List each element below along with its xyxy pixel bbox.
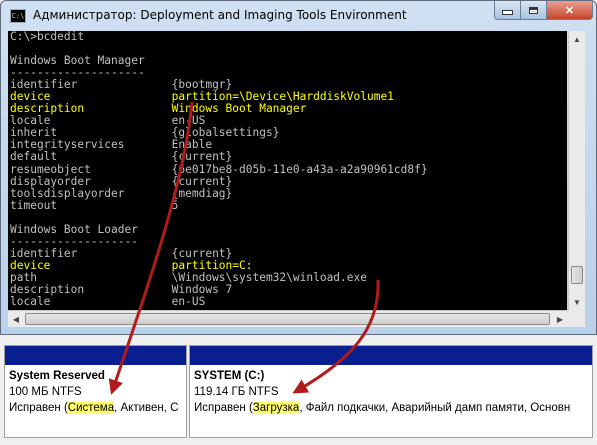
caption-buttons: ✕	[494, 1, 593, 21]
console-section-underline: --------------------	[10, 66, 145, 80]
partition-bar	[190, 346, 592, 365]
console-row: default {current}	[10, 150, 233, 164]
scrollbar-corner	[568, 310, 585, 327]
console-row: device partition=\Device\HarddiskVolume1	[10, 90, 394, 104]
console-section-header: Windows Boot Manager	[10, 54, 145, 68]
vertical-scroll-thumb[interactable]	[571, 266, 583, 284]
console-row: device partition=C:	[10, 258, 253, 272]
maximize-button[interactable]	[521, 1, 547, 20]
title-bar[interactable]: C:\ Администратор: Deployment and Imagin…	[1, 1, 597, 32]
console-row: toolsdisplayorder {memdiag}	[10, 186, 233, 200]
minimize-button[interactable]	[494, 1, 521, 20]
minimize-icon	[502, 10, 513, 15]
console-section-underline: -------------------	[10, 234, 138, 248]
partition-system-c[interactable]: SYSTEM (C:) 119.14 ГБ NTFS Исправен (Заг…	[189, 345, 593, 438]
console-window: C:\ Администратор: Deployment and Imagin…	[0, 0, 597, 335]
console-prompt: C:\>bcdedit	[10, 31, 85, 43]
partition-status: Исправен (Загрузка, Файл подкачки, Авари…	[194, 402, 571, 414]
vertical-scrollbar[interactable]: ▲ ▼	[568, 31, 585, 310]
console-row: description Windows 7	[10, 282, 233, 296]
partition-size: 119.14 ГБ NTFS	[194, 386, 279, 398]
console-row: integrityservices Enable	[10, 138, 213, 152]
console-row: timeout 5	[10, 198, 179, 212]
scroll-up-icon[interactable]: ▲	[569, 31, 585, 47]
console-row: identifier {bootmgr}	[10, 78, 233, 92]
partition-name: System Reserved	[9, 370, 105, 382]
console-row: identifier {current}	[10, 246, 233, 260]
console-text: C:\>bcdedit Windows Boot Manager -------…	[8, 31, 567, 308]
console-section-header: Windows Boot Loader	[10, 222, 138, 236]
close-icon: ✕	[564, 4, 575, 17]
console-row: inherit {globalsettings}	[10, 126, 280, 140]
horizontal-scroll-thumb[interactable]	[25, 313, 550, 325]
console-row: resumeobject {6e017be8-d05b-11e0-a43a-a2…	[10, 162, 428, 176]
disk-management-strip: System Reserved 100 МБ NTFS Исправен (Си…	[0, 338, 597, 445]
console-row: locale en-US	[10, 114, 206, 128]
scroll-left-icon[interactable]: ◀	[8, 311, 24, 327]
maximize-icon	[529, 6, 538, 14]
window-title: Администратор: Deployment and Imaging To…	[33, 8, 407, 22]
console-output[interactable]: C:\>bcdedit Windows Boot Manager -------…	[8, 31, 567, 310]
scroll-right-icon[interactable]: ▶	[552, 311, 568, 327]
console-row: description Windows Boot Manager	[10, 102, 307, 116]
partition-system-reserved[interactable]: System Reserved 100 МБ NTFS Исправен (Си…	[4, 345, 187, 438]
partition-status: Исправен (Система, Активен, С	[9, 402, 179, 414]
partition-name: SYSTEM (C:)	[194, 370, 265, 382]
scroll-down-icon[interactable]: ▼	[569, 294, 585, 310]
command-prompt-icon: C:\	[10, 9, 26, 23]
status-highlight: Загрузка	[252, 402, 300, 414]
partition-bar	[5, 346, 186, 365]
close-button[interactable]: ✕	[547, 1, 593, 20]
status-highlight: Система	[67, 402, 115, 414]
horizontal-scrollbar[interactable]: ◀ ▶	[8, 310, 568, 327]
console-row: path \Windows\system32\winload.exe	[10, 270, 367, 284]
console-row: locale en-US	[10, 295, 206, 309]
partition-size: 100 МБ NTFS	[9, 386, 82, 398]
console-row: displayorder {current}	[10, 174, 233, 188]
